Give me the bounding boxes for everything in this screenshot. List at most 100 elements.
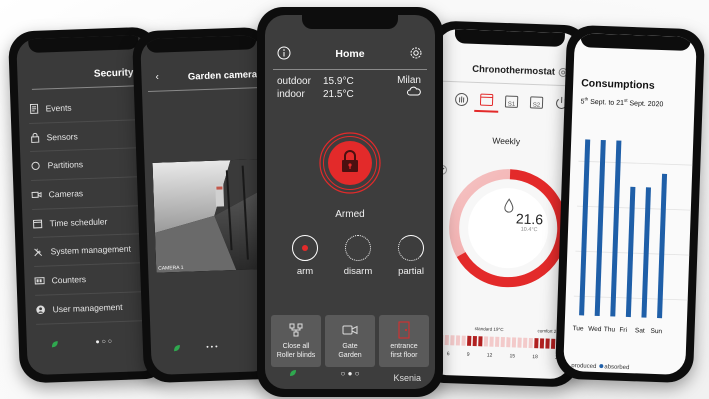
tile-line1: Gate bbox=[342, 343, 358, 350]
partial-button[interactable]: partial bbox=[391, 235, 431, 277]
chart-bar[interactable] bbox=[657, 173, 668, 319]
chart-bar[interactable] bbox=[625, 186, 636, 318]
chart-bar[interactable] bbox=[641, 187, 651, 318]
arm-button[interactable]: arm bbox=[285, 235, 325, 277]
schedule-segment[interactable] bbox=[450, 335, 455, 346]
consumption-chart bbox=[573, 139, 697, 319]
schedule-segment[interactable] bbox=[467, 335, 472, 346]
indoor-label: indoor bbox=[277, 89, 305, 100]
menu-item-label: System management bbox=[50, 243, 132, 257]
hour-ticks: 6 9 12 15 18 21 bbox=[447, 351, 561, 361]
s1-calendar-icon: S1 bbox=[504, 95, 519, 108]
manual-mode-button[interactable] bbox=[449, 87, 474, 112]
schedule-segment[interactable] bbox=[455, 335, 461, 346]
tile-entrance[interactable]: entrance first floor bbox=[379, 315, 429, 367]
x-tick-label: Thu bbox=[603, 326, 616, 334]
lock-icon bbox=[29, 132, 39, 143]
x-tick-label: Fri bbox=[619, 326, 628, 334]
circle-icon bbox=[30, 161, 40, 171]
schedule-segment[interactable] bbox=[495, 336, 500, 347]
page-title: Security bbox=[93, 67, 134, 80]
schedule-segment[interactable] bbox=[517, 337, 522, 348]
camera-image bbox=[152, 158, 274, 273]
mode-label: partial bbox=[398, 266, 424, 277]
x-tick-label: Tue bbox=[572, 325, 584, 333]
schedule-segment[interactable] bbox=[506, 337, 511, 348]
camera-icon bbox=[31, 190, 42, 200]
outdoor-value: 15.9°C bbox=[323, 76, 354, 87]
s2-mode-button[interactable]: S2 bbox=[524, 90, 549, 115]
title-divider bbox=[147, 86, 264, 92]
chart-bar[interactable] bbox=[610, 140, 622, 317]
gear-icon[interactable] bbox=[409, 46, 423, 60]
tile-roller-blinds[interactable]: Close all Roller blinds bbox=[271, 315, 321, 367]
alarm-status-label: Armed bbox=[335, 209, 365, 220]
door-icon bbox=[398, 321, 410, 339]
menu-item-label: Cameras bbox=[48, 188, 84, 200]
disarm-button[interactable]: disarm bbox=[338, 235, 378, 277]
tile-line1: Close all bbox=[282, 343, 310, 350]
s2-calendar-icon: S2 bbox=[529, 96, 544, 109]
schedule-segment[interactable] bbox=[522, 337, 528, 348]
calendar-icon bbox=[32, 218, 43, 229]
schedule-segment[interactable] bbox=[472, 335, 477, 347]
schedule-segment[interactable] bbox=[478, 336, 483, 347]
camera-feed[interactable]: CAMERA 1 bbox=[152, 158, 274, 273]
phone-notch bbox=[28, 35, 139, 54]
page-title: Consumptions bbox=[580, 77, 655, 92]
legend-dot bbox=[599, 364, 604, 369]
user-icon bbox=[35, 304, 45, 314]
temperature-panel: outdoor 15.9°C indoor 21.5°C bbox=[277, 75, 354, 101]
phone-notch bbox=[580, 33, 691, 52]
date-range: 5th Sept. to 21st Sept. 2020 bbox=[580, 96, 664, 109]
menu-item-label: Partitions bbox=[47, 159, 84, 171]
blinds-icon bbox=[289, 323, 303, 337]
page-title: Garden camera bbox=[187, 69, 258, 83]
schedule-segment[interactable] bbox=[483, 336, 489, 347]
menu-item-label: Counters bbox=[51, 274, 87, 286]
tile-line2: first floor bbox=[390, 352, 418, 359]
footer-bar: ● ○ ○ bbox=[27, 337, 161, 354]
chart-bar[interactable] bbox=[594, 139, 606, 317]
page-indicator[interactable]: ● ○ ○ bbox=[27, 337, 161, 349]
disarm-icon bbox=[345, 235, 371, 261]
schedule-segment[interactable] bbox=[500, 336, 505, 348]
svg-text:S2: S2 bbox=[533, 102, 541, 108]
counter-icon bbox=[34, 276, 45, 286]
schedule-segment[interactable] bbox=[444, 335, 449, 346]
schedule-segment[interactable] bbox=[489, 336, 494, 347]
schedule-segment[interactable] bbox=[550, 338, 556, 349]
title-divider bbox=[436, 80, 581, 87]
chart-x-axis: Tue Wed Thu Fri Sat Sun bbox=[572, 325, 686, 336]
legend-absorbed: absorbed bbox=[604, 364, 630, 372]
camera-label: CAMERA 1 bbox=[158, 264, 184, 272]
phone-home: Home outdoor 15.9°C indoor 21.5°C Milan Ar… bbox=[257, 7, 443, 397]
cloud-icon bbox=[407, 86, 421, 96]
chart-bar[interactable] bbox=[579, 139, 591, 316]
home-screen: Home outdoor 15.9°C indoor 21.5°C Milan Ar… bbox=[265, 15, 435, 389]
chart-legend: produced absorbed bbox=[571, 363, 629, 371]
schedule-segment[interactable] bbox=[534, 338, 539, 349]
schedule-segment[interactable] bbox=[539, 338, 545, 349]
weekly-mode-button[interactable] bbox=[474, 87, 500, 113]
schedule-segment[interactable] bbox=[528, 337, 533, 349]
legend-produced: produced bbox=[571, 363, 597, 371]
hour-tick: 6 bbox=[446, 351, 450, 358]
tile-line2: Roller blinds bbox=[276, 352, 316, 359]
tile-gate-garden[interactable]: Gate Garden bbox=[325, 315, 375, 367]
alarm-status-button[interactable] bbox=[318, 131, 382, 195]
weather-location: Milan bbox=[397, 75, 421, 100]
hour-tick: 18 bbox=[532, 354, 538, 361]
menu-item-label: User management bbox=[52, 301, 123, 314]
schedule-label: Weekly bbox=[492, 135, 521, 147]
chart-gridline bbox=[573, 295, 692, 301]
s1-mode-button[interactable]: S1 bbox=[499, 89, 524, 114]
arm-icon bbox=[292, 235, 318, 261]
schedule-segment[interactable] bbox=[461, 335, 466, 346]
schedule-segment[interactable] bbox=[545, 338, 550, 349]
svg-text:S1: S1 bbox=[508, 102, 516, 108]
schedule-segment[interactable] bbox=[511, 337, 517, 348]
page-indicator[interactable]: • • • bbox=[151, 342, 273, 353]
chart-gridline bbox=[576, 205, 695, 211]
footer-bar: ○ ● ○ Ksenia bbox=[265, 365, 435, 389]
